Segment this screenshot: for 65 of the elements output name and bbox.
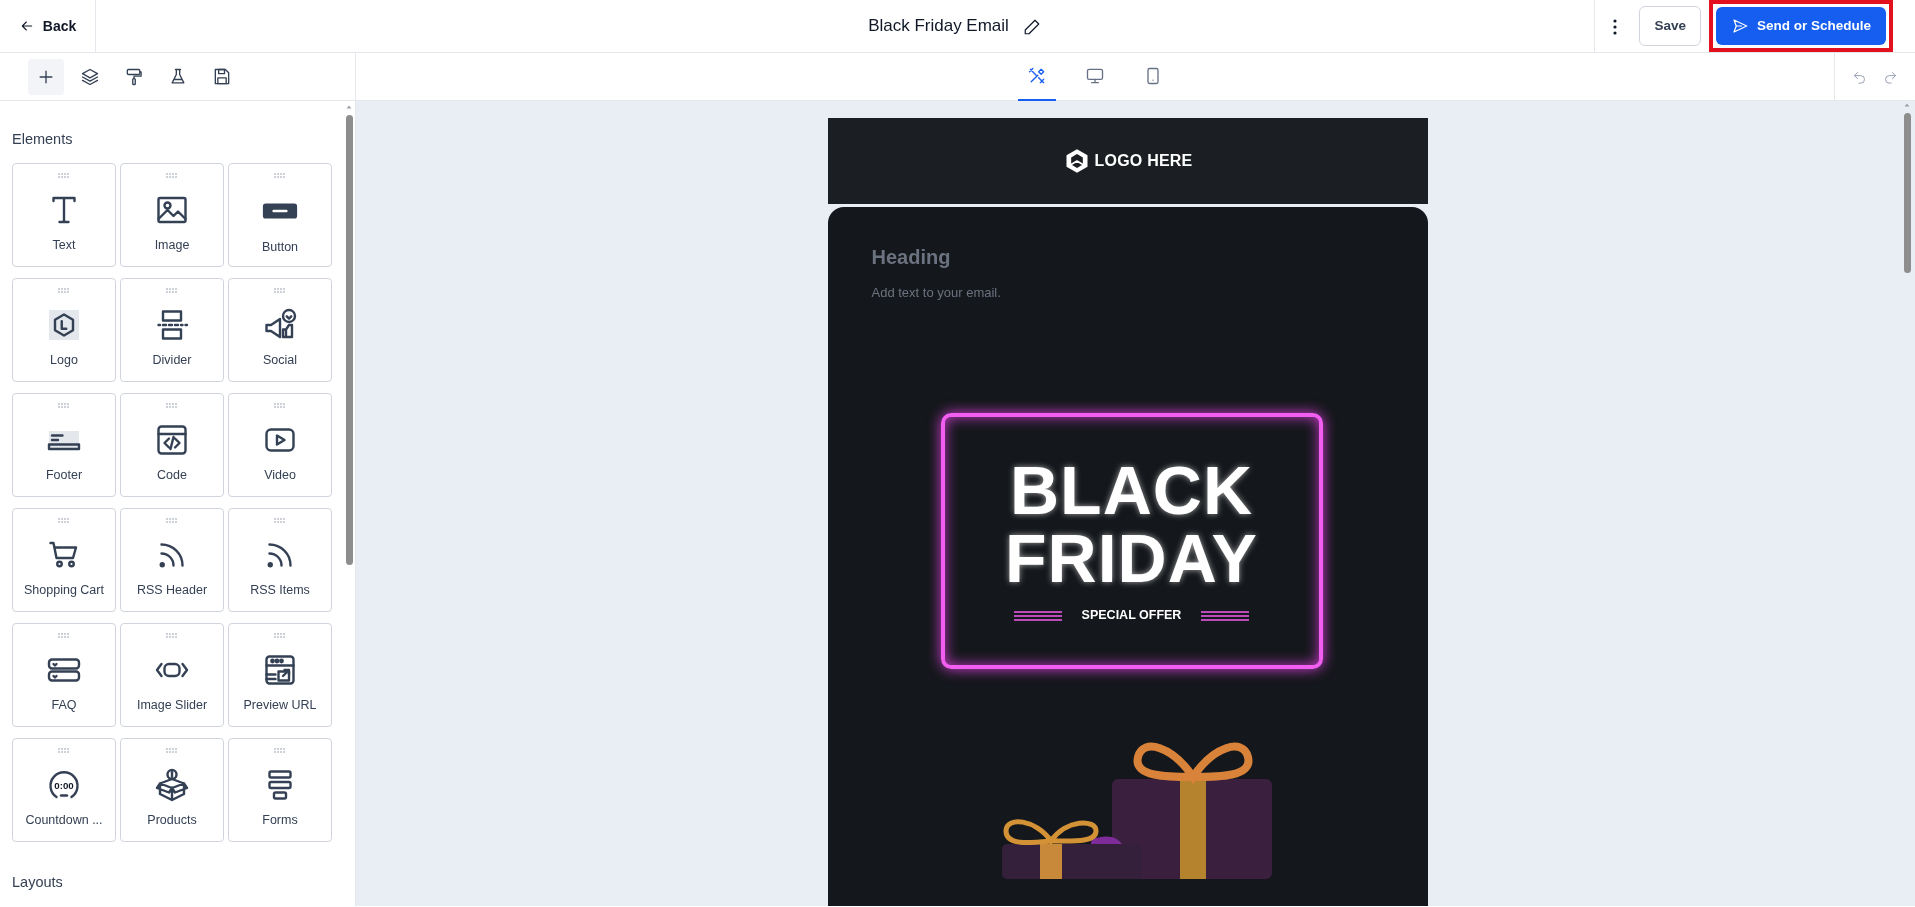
scroll-up-icon xyxy=(345,103,353,111)
drag-handle-icon xyxy=(58,517,70,523)
email-title: Black Friday Email xyxy=(868,15,1009,38)
banner-subtitle: SPECIAL OFFER xyxy=(1081,607,1182,625)
drag-handle-icon xyxy=(166,517,178,523)
send-icon xyxy=(1731,17,1749,35)
drag-handle-icon xyxy=(274,632,286,638)
layers-icon xyxy=(80,66,100,87)
section-title: Layouts xyxy=(12,872,64,892)
element-tile[interactable]: Image xyxy=(120,162,224,267)
banner-title: FRIDAY xyxy=(1005,524,1258,593)
tools-icon xyxy=(1027,66,1047,86)
element-tile[interactable]: RSS Items xyxy=(228,507,332,612)
paint-roller-icon xyxy=(124,66,144,87)
scrollbar-thumb[interactable] xyxy=(1903,113,1911,273)
banner-title: BLACK xyxy=(1010,456,1253,525)
element-tile[interactable]: Shopping Cart xyxy=(12,507,116,612)
element-tile[interactable]: Logo xyxy=(12,277,116,382)
drag-handle-icon xyxy=(58,172,70,178)
drag-handle-icon xyxy=(274,747,286,753)
kebab-menu-icon xyxy=(1613,18,1618,35)
element-tile[interactable]: Text xyxy=(12,162,116,267)
pencil-icon xyxy=(1022,17,1041,36)
scroll-up-icon xyxy=(1903,101,1911,109)
logo-text: LOGO HERE xyxy=(1094,151,1193,171)
element-tile[interactable]: Divider xyxy=(120,277,224,382)
undo-icon xyxy=(1852,69,1867,85)
element-tile[interactable]: Code xyxy=(120,392,224,497)
monitor-icon xyxy=(1085,66,1105,86)
redo-icon xyxy=(1883,69,1898,85)
drag-handle-icon xyxy=(274,517,286,523)
element-tile[interactable]: Video xyxy=(228,392,332,497)
element-tile[interactable]: 0:00 Countdown ... xyxy=(12,737,116,842)
element-tile[interactable]: FAQ xyxy=(12,622,116,727)
drag-handle-icon xyxy=(166,747,178,753)
element-tile[interactable]: Products xyxy=(120,737,224,842)
element-tile[interactable]: Social xyxy=(228,277,332,382)
element-tile[interactable]: Preview URL xyxy=(228,622,332,727)
drag-handle-icon xyxy=(274,172,286,178)
drag-handle-icon xyxy=(58,632,70,638)
element-tile[interactable]: RSS Header xyxy=(120,507,224,612)
element-tile[interactable]: Footer xyxy=(12,392,116,497)
drag-handle-icon xyxy=(166,172,178,178)
decorative-lines-icon xyxy=(1013,609,1062,622)
drag-handle-icon xyxy=(58,287,70,293)
element-tile[interactable]: Forms xyxy=(228,737,332,842)
drag-handle-icon xyxy=(166,402,178,408)
email-text: Add text to your email. xyxy=(871,284,1002,302)
section-title: Elements xyxy=(12,130,74,149)
email-heading: Heading xyxy=(871,245,952,269)
drag-handle-icon xyxy=(58,747,70,753)
drag-handle-icon xyxy=(166,287,178,293)
element-tile[interactable]: Button xyxy=(228,162,332,267)
drag-handle-icon xyxy=(274,402,286,408)
save-icon xyxy=(212,66,232,87)
send-or-schedule-button[interactable]: Send or Schedule xyxy=(1716,7,1886,45)
element-tile[interactable]: Image Slider xyxy=(120,622,224,727)
drag-handle-icon xyxy=(166,632,178,638)
decorative-lines-icon xyxy=(1201,609,1250,622)
save-button[interactable]: Save xyxy=(1639,6,1701,46)
scrollbar-thumb[interactable] xyxy=(345,115,353,565)
drag-handle-icon xyxy=(274,287,286,293)
drag-handle-icon xyxy=(58,402,70,408)
back-button[interactable]: Back xyxy=(10,9,85,43)
box-icon xyxy=(154,766,190,803)
